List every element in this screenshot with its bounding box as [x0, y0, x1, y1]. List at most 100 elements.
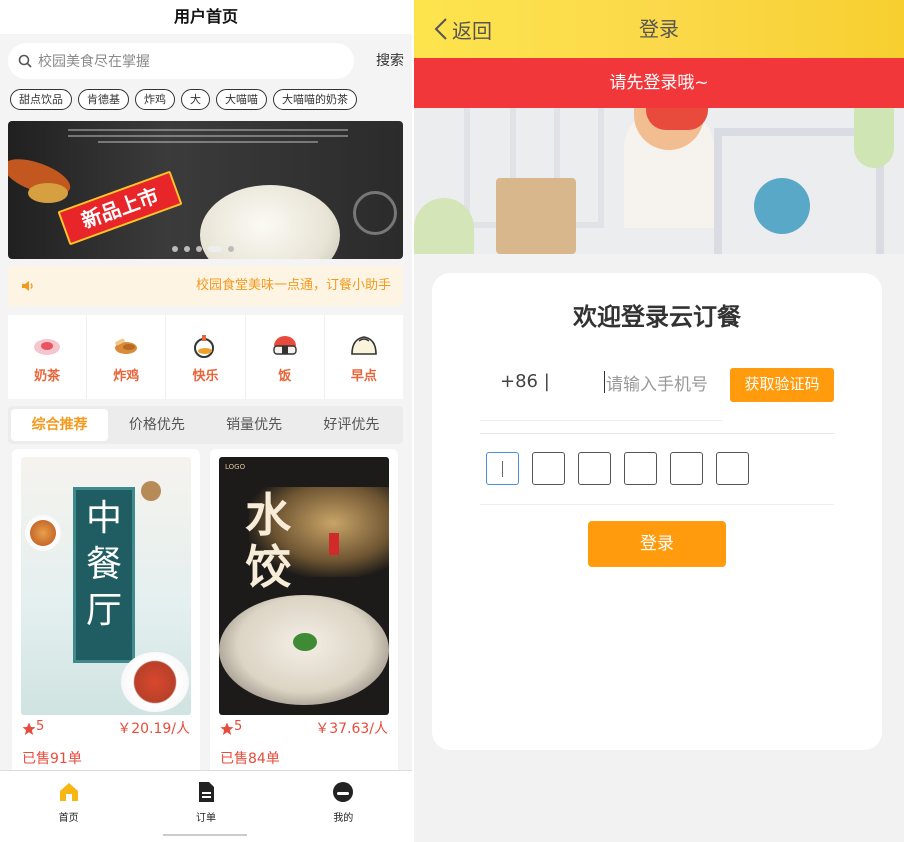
- category-rice[interactable]: 饭: [246, 315, 325, 399]
- home-screen: 用户首页 校园美食尽在掌握 搜索 甜点饮品 肯德基 炸鸡 大 大喵喵 大喵喵的奶…: [0, 0, 412, 842]
- category-label: 奶茶: [34, 369, 61, 384]
- country-code: +86 |: [500, 371, 550, 392]
- tab-home[interactable]: 首页: [0, 771, 137, 842]
- carousel-dot[interactable]: [172, 246, 178, 252]
- rice-icon: [270, 333, 300, 359]
- search-placeholder: 校园美食尽在掌握: [38, 54, 150, 70]
- search-icon: [18, 54, 32, 68]
- sort-tab-recommended[interactable]: 综合推荐: [11, 409, 109, 441]
- tab-profile[interactable]: 我的: [275, 771, 412, 842]
- code-digit-box[interactable]: [578, 452, 611, 485]
- tag-item[interactable]: 大: [181, 89, 210, 110]
- tag-item[interactable]: 大喵喵的奶茶: [273, 89, 357, 110]
- tag-item[interactable]: 炸鸡: [135, 89, 175, 110]
- carousel-dot[interactable]: [184, 246, 190, 252]
- category-label: 快乐: [192, 369, 219, 384]
- tag-item[interactable]: 大喵喵: [216, 89, 267, 110]
- get-code-button[interactable]: 获取验证码: [730, 368, 834, 402]
- divider: [480, 433, 834, 434]
- code-digit-box[interactable]: [532, 452, 565, 485]
- notice-text: 校园食堂美味一点通，订餐小助手: [196, 278, 392, 293]
- hot-tags: 甜点饮品 肯德基 炸鸡 大 大喵喵 大喵喵的奶茶: [10, 89, 410, 110]
- carousel-dot[interactable]: [196, 246, 202, 252]
- carousel-dot-active[interactable]: [208, 246, 222, 252]
- rating-value: 5: [36, 719, 45, 734]
- decor-bird-image: [141, 481, 161, 501]
- category-grid: 奶茶 炸鸡 快乐 饭 早点: [8, 315, 403, 399]
- verification-code-input[interactable]: [486, 452, 749, 485]
- price: ￥20.19/人: [117, 721, 190, 737]
- tab-orders[interactable]: 订单: [137, 771, 274, 842]
- speaker-icon: [22, 281, 33, 291]
- tab-label: 订单: [195, 813, 216, 824]
- product-card[interactable]: LOGO 水饺 5 ￥37.63/人 已售84单: [210, 449, 398, 779]
- happy-meal-icon: [191, 333, 221, 359]
- home-indicator: [163, 834, 247, 836]
- product-card[interactable]: 中餐厅 5 ￥20.19/人 已售91单: [12, 449, 200, 779]
- carousel-dot[interactable]: [228, 246, 234, 252]
- page-title: 登录: [639, 17, 679, 41]
- illus-bush: [414, 198, 474, 254]
- price: ￥37.63/人: [315, 721, 388, 737]
- code-digit-box[interactable]: [670, 452, 703, 485]
- bottom-tab-bar: 首页 订单 我的: [0, 770, 412, 842]
- login-button[interactable]: 登录: [588, 521, 726, 567]
- sold-count: 已售91单: [22, 751, 82, 767]
- tag-item[interactable]: 肯德基: [78, 89, 129, 110]
- search-bar: 校园美食尽在掌握 搜索: [8, 43, 406, 79]
- food-plate-image: [25, 515, 61, 551]
- code-digit-box[interactable]: [486, 452, 519, 485]
- category-breakfast[interactable]: 早点: [325, 315, 403, 399]
- text-caret: [502, 461, 503, 477]
- search-button[interactable]: 搜索: [376, 43, 406, 79]
- order-icon: [198, 782, 214, 802]
- herb-garnish-image: [293, 633, 317, 651]
- category-milk-tea[interactable]: 奶茶: [8, 315, 88, 399]
- poster-text: 水饺: [245, 488, 291, 594]
- sort-tab-sales[interactable]: 销量优先: [206, 409, 303, 441]
- tag-item[interactable]: 甜点饮品: [10, 89, 72, 110]
- code-digit-box[interactable]: [624, 452, 657, 485]
- code-digit-box[interactable]: [716, 452, 749, 485]
- product-image: LOGO 水饺: [219, 457, 389, 715]
- banner-text-line: [98, 141, 318, 143]
- illus-plant: [854, 108, 894, 168]
- banner-text-line: [68, 135, 348, 137]
- divider: [480, 504, 834, 505]
- sort-tabs: 综合推荐 价格优先 销量优先 好评优先: [8, 406, 403, 444]
- illus-delivery-box: [496, 178, 576, 254]
- tab-label: 首页: [58, 813, 79, 824]
- banner-text-line: [68, 129, 348, 131]
- fried-chicken-icon: [111, 333, 141, 359]
- divider: [480, 420, 722, 421]
- delivery-illustration: [414, 108, 904, 254]
- search-input[interactable]: 校园美食尽在掌握: [8, 43, 354, 79]
- nav-header: 返回 登录: [414, 0, 904, 58]
- milk-tea-icon: [32, 333, 62, 359]
- sort-tab-rating[interactable]: 好评优先: [303, 409, 400, 441]
- poster-logo: LOGO: [225, 463, 246, 471]
- login-card-title: 欢迎登录云订餐: [573, 303, 741, 331]
- cloud-ornament-icon: [353, 191, 397, 235]
- category-label: 炸鸡: [113, 369, 140, 384]
- category-fried-chicken[interactable]: 炸鸡: [87, 315, 167, 399]
- login-screen: 返回 登录 请先登录哦~ 欢迎登录云订餐 +86 | 获取验证码: [414, 0, 904, 842]
- poster-text: 中餐厅: [85, 498, 122, 631]
- star-icon: [22, 722, 36, 735]
- notice-bar: 校园食堂美味一点通，订餐小助手: [8, 266, 403, 306]
- red-seal-image: [329, 533, 339, 555]
- profile-icon: [333, 782, 354, 802]
- promo-banner[interactable]: 新品上市: [8, 121, 403, 259]
- poster-board: 中餐厅: [73, 487, 135, 663]
- rating-value: 5: [234, 719, 243, 734]
- bun-icon: [349, 333, 379, 359]
- new-product-badge: 新品上市: [57, 170, 183, 246]
- star-icon: [220, 722, 234, 735]
- login-card: 欢迎登录云订餐 +86 | 获取验证码 登录: [432, 273, 882, 750]
- food-plate-image: [121, 652, 189, 712]
- carousel-indicator[interactable]: [172, 246, 234, 252]
- category-happy[interactable]: 快乐: [166, 315, 246, 399]
- sort-tab-price[interactable]: 价格优先: [108, 409, 205, 441]
- page-title: 用户首页: [0, 0, 412, 34]
- tab-label: 我的: [333, 813, 354, 824]
